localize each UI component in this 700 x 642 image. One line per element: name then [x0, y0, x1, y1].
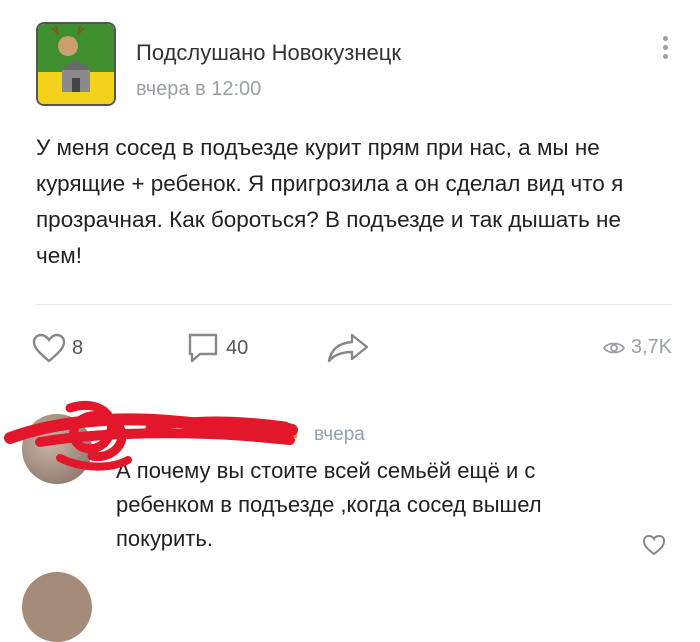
coat-of-arms-icon — [38, 24, 114, 104]
comment-text: А почему вы стоите всей семьёй ещё и с р… — [116, 458, 542, 551]
community-avatar[interactable] — [36, 22, 116, 106]
comment-item: вчера А почему вы стоите всей семьёй ещё… — [0, 398, 700, 568]
post-time: вчера в 12:00 — [136, 78, 262, 100]
like-button[interactable]: 8 — [32, 330, 83, 366]
comment-like-button[interactable] — [642, 534, 666, 561]
comment-bubble-icon — [188, 333, 218, 363]
post-text: У меня сосед в подъезде курит прям при н… — [36, 135, 624, 268]
comment-button[interactable]: 40 — [186, 330, 248, 366]
heart-icon — [642, 534, 666, 556]
commenter-avatar[interactable] — [22, 414, 92, 484]
more-options-button[interactable] — [660, 36, 670, 68]
community-name[interactable]: Подслушано Новокузнецк — [136, 40, 401, 66]
divider — [36, 304, 672, 305]
share-button[interactable] — [326, 330, 370, 366]
like-count: 8 — [72, 336, 84, 359]
badge-icon — [278, 422, 300, 445]
views-count: 3,7K — [630, 336, 672, 358]
heart-icon — [32, 333, 66, 363]
comment-count: 40 — [226, 336, 249, 359]
comment-time: вчера — [314, 424, 365, 445]
eye-icon — [602, 342, 625, 353]
next-comment-avatar[interactable] — [22, 572, 92, 642]
share-arrow-icon — [327, 333, 369, 363]
views-counter: 3,7K — [602, 336, 672, 359]
more-vertical-icon — [662, 36, 668, 41]
post-header: Подслушано Новокузнецк вчера в 12:00 — [36, 22, 676, 110]
